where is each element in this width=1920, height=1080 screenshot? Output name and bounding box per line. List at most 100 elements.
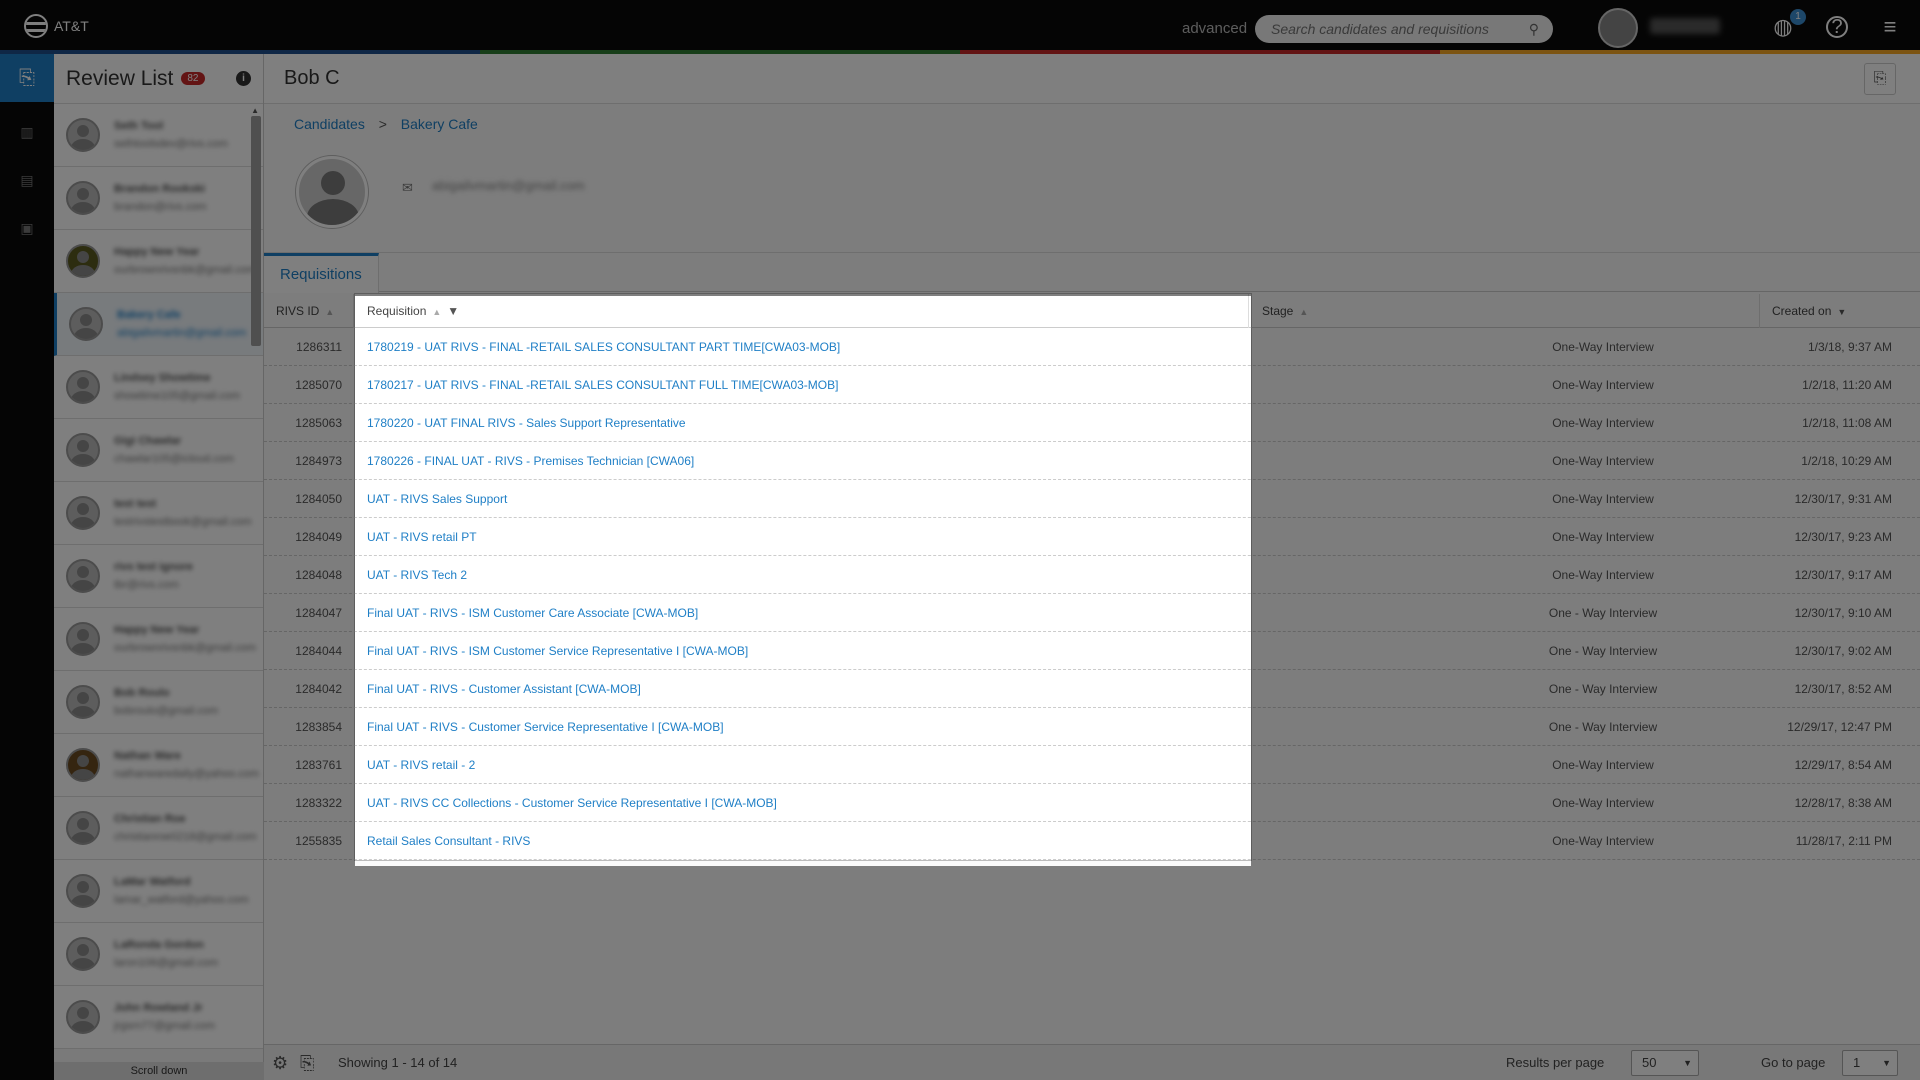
requisition-link[interactable]: UAT - RIVS Tech 2 <box>355 556 1249 594</box>
pagination-summary: Showing 1 - 14 of 14 <box>338 1055 458 1070</box>
rivs-id-cell: 1284047 <box>295 606 342 620</box>
search-icon[interactable]: ⚲ <box>1529 21 1539 38</box>
table-row[interactable]: 1284047 Final UAT - RIVS - ISM Customer C… <box>264 594 1920 632</box>
candidate-name: Gigi Chawlar <box>114 435 182 447</box>
review-list-add-button[interactable]: ⎘ <box>1864 63 1896 95</box>
documents-icon[interactable]: ▤ <box>0 156 54 204</box>
candidate-avatar <box>66 181 100 215</box>
table-row[interactable]: 1285063 1780220 - UAT FINAL RIVS - Sales … <box>264 404 1920 442</box>
candidate-avatar <box>66 748 100 782</box>
requisition-link[interactable]: Final UAT - RIVS - Customer Assistant [C… <box>355 670 1249 708</box>
candidate-email: nathanwaredaily@yahoo.com <box>114 768 260 780</box>
candidate-item[interactable]: Nathan Ware nathanwaredaily@yahoo.com <box>54 734 263 797</box>
requisition-link[interactable]: 1780220 - UAT FINAL RIVS - Sales Support… <box>355 404 1249 442</box>
settings-gear-icon[interactable]: ⚙ <box>272 1053 288 1074</box>
hamburger-menu-icon[interactable]: ≡ <box>1877 14 1903 40</box>
scroll-down-hint[interactable]: Scroll down <box>54 1062 264 1080</box>
requisition-link[interactable]: UAT - RIVS retail - 2 <box>355 746 1249 784</box>
table-row[interactable]: 1283761 UAT - RIVS retail - 2 One-Way Inte… <box>264 746 1920 784</box>
table-row[interactable]: 1284050 UAT - RIVS Sales Support One-Way I… <box>264 480 1920 518</box>
created-on-cell: 12/28/17, 8:38 AM <box>1794 796 1892 810</box>
filter-icon[interactable]: ▼ <box>447 304 459 318</box>
table-row[interactable]: 1284048 UAT - RIVS Tech 2 One-Way Intervie… <box>264 556 1920 594</box>
candidate-detail: Bob C ⎘ Candidates > Bakery Cafe ✉ abiga… <box>264 54 1920 1080</box>
rivs-id-cell: 1284050 <box>295 492 342 506</box>
column-requisition[interactable]: Requisition ▲ ▼ <box>355 294 1249 328</box>
candidate-email[interactable]: abigailvmartin@gmail.com <box>432 178 585 193</box>
table-row[interactable]: 1284049 UAT - RIVS retail PT One-Way Inter… <box>264 518 1920 556</box>
requisition-link[interactable]: 1780226 - FINAL UAT - RIVS - Premises Te… <box>355 442 1249 480</box>
candidate-item[interactable]: test test testrivstestbook@gmail.com <box>54 482 263 545</box>
requisition-link[interactable]: Final UAT - RIVS - ISM Customer Service … <box>355 632 1249 670</box>
go-to-page-select[interactable]: 1 ▼ <box>1842 1050 1898 1076</box>
user-avatar[interactable] <box>1598 8 1638 48</box>
help-icon[interactable]: ? <box>1826 16 1848 38</box>
candidate-email: testrivstestbook@gmail.com <box>114 516 252 528</box>
breadcrumb-current[interactable]: Bakery Cafe <box>401 116 478 132</box>
review-list-header: Review List 82 i <box>54 54 263 104</box>
requisition-link[interactable]: UAT - RIVS CC Collections - Customer Ser… <box>355 784 1249 822</box>
requisition-link[interactable]: Retail Sales Consultant - RIVS <box>355 822 1249 860</box>
table-row[interactable]: 1286311 1780219 - UAT RIVS - FINAL -RETAI… <box>264 328 1920 366</box>
candidate-avatar <box>66 559 100 593</box>
requisitions-table: RIVS ID ▲ Requisition ▲ ▼ Stage ▲ Created on… <box>264 294 1920 860</box>
reports-chart-icon[interactable]: ▥ <box>0 108 54 156</box>
candidate-item[interactable]: Lindsey Showtime showtime105@gmail.com <box>54 356 263 419</box>
candidate-item[interactable]: Happy New Year ourbrownrivsnbk@gmail.com <box>54 230 263 293</box>
requisition-link[interactable]: Final UAT - RIVS - ISM Customer Care Ass… <box>355 594 1249 632</box>
table-row[interactable]: 1284973 1780226 - FINAL UAT - RIVS - Prem… <box>264 442 1920 480</box>
requisition-link[interactable]: 1780219 - UAT RIVS - FINAL -RETAIL SALES… <box>355 328 1249 366</box>
results-per-page-select[interactable]: 50 ▼ <box>1631 1050 1699 1076</box>
rivs-id-cell: 1283854 <box>295 720 342 734</box>
candidate-email: ourbrownrivsnbk@gmail.com <box>114 642 256 654</box>
review-list-scrollbar[interactable] <box>251 116 261 346</box>
candidate-item[interactable]: Gigi Chawlar chawlar105@icloud.com <box>54 419 263 482</box>
table-row[interactable]: 1285070 1780217 - UAT RIVS - FINAL -RETAI… <box>264 366 1920 404</box>
sort-arrow-icon: ▲ <box>1299 307 1309 317</box>
table-row[interactable]: 1284044 Final UAT - RIVS - ISM Customer S… <box>264 632 1920 670</box>
table-body: 1286311 1780219 - UAT RIVS - FINAL -RETAI… <box>264 328 1920 860</box>
table-row[interactable]: 1283322 UAT - RIVS CC Collections - Custo… <box>264 784 1920 822</box>
candidate-email: sethtoolsdev@rivs.com <box>114 138 228 150</box>
candidate-text: Christian Roe christianroe0218@gmail.com <box>114 813 257 843</box>
table-footer: ⚙ ⎘ Showing 1 - 14 of 14 Results per pag… <box>264 1044 1920 1080</box>
candidate-item[interactable]: Christian Roe christianroe0218@gmail.com <box>54 797 263 860</box>
candidate-item[interactable]: Bakery Cafe abigailvmartin@gmail.com <box>54 293 263 356</box>
candidate-avatar <box>69 307 103 341</box>
candidate-item[interactable]: Happy New Year ourbrownrivsnbk@gmail.com <box>54 608 263 671</box>
info-icon[interactable]: i <box>236 71 251 86</box>
candidate-text: Happy New Year ourbrownrivsnbk@gmail.com <box>114 246 256 276</box>
column-stage[interactable]: Stage ▲ <box>1250 294 1760 328</box>
column-rivs-id[interactable]: RIVS ID ▲ <box>264 294 354 328</box>
review-list-icon[interactable]: ⎘ <box>0 54 54 102</box>
candidate-item[interactable]: LaMar Watford lamar_watford@yahoo.com <box>54 860 263 923</box>
contacts-icon[interactable]: ▣ <box>0 204 54 252</box>
scroll-up-arrow-icon[interactable]: ▲ <box>251 106 259 115</box>
table-row[interactable]: 1255835 Retail Sales Consultant - RIVS One… <box>264 822 1920 860</box>
candidate-text: Brandon Rookski brandon@rivs.com <box>114 183 206 213</box>
tab-requisitions[interactable]: Requisitions <box>264 253 379 293</box>
breadcrumb-candidates[interactable]: Candidates <box>294 116 365 132</box>
candidate-header: Bob C ⎘ <box>264 54 1920 104</box>
requisition-link[interactable]: Final UAT - RIVS - Customer Service Repr… <box>355 708 1249 746</box>
candidate-item[interactable]: LaRonda Gordon laron106@gmail.com <box>54 923 263 986</box>
export-icon[interactable]: ⎘ <box>300 1053 314 1074</box>
requisition-link[interactable]: 1780217 - UAT RIVS - FINAL -RETAIL SALES… <box>355 366 1249 404</box>
user-name-redacted[interactable] <box>1650 18 1720 34</box>
table-row[interactable]: 1284042 Final UAT - RIVS - Customer Assis… <box>264 670 1920 708</box>
requisition-link[interactable]: UAT - RIVS Sales Support <box>355 480 1249 518</box>
advanced-search-link[interactable]: advanced <box>1182 20 1247 37</box>
candidate-item[interactable]: rivs test ignore tbr@rivs.com <box>54 545 263 608</box>
requisition-link[interactable]: UAT - RIVS retail PT <box>355 518 1249 556</box>
created-on-cell: 12/30/17, 9:31 AM <box>1794 492 1892 506</box>
candidate-item[interactable]: John Rowland Jr jrgsrn77@gmail.com <box>54 986 263 1049</box>
table-row[interactable]: 1283854 Final UAT - RIVS - Customer Servi… <box>264 708 1920 746</box>
att-logo[interactable]: AT&T <box>24 14 89 38</box>
rivs-id-cell: 1285063 <box>295 416 342 430</box>
candidate-item[interactable]: Seth Tool sethtoolsdev@rivs.com <box>54 104 263 167</box>
candidate-item[interactable]: Brandon Rookski brandon@rivs.com <box>54 167 263 230</box>
candidate-item[interactable]: Bob Roulo bobroulo@gmail.com <box>54 671 263 734</box>
column-created-on[interactable]: Created on ▼ <box>1760 294 1920 328</box>
search-input[interactable] <box>1269 20 1519 38</box>
candidate-name: Brandon Rookski <box>114 183 206 195</box>
